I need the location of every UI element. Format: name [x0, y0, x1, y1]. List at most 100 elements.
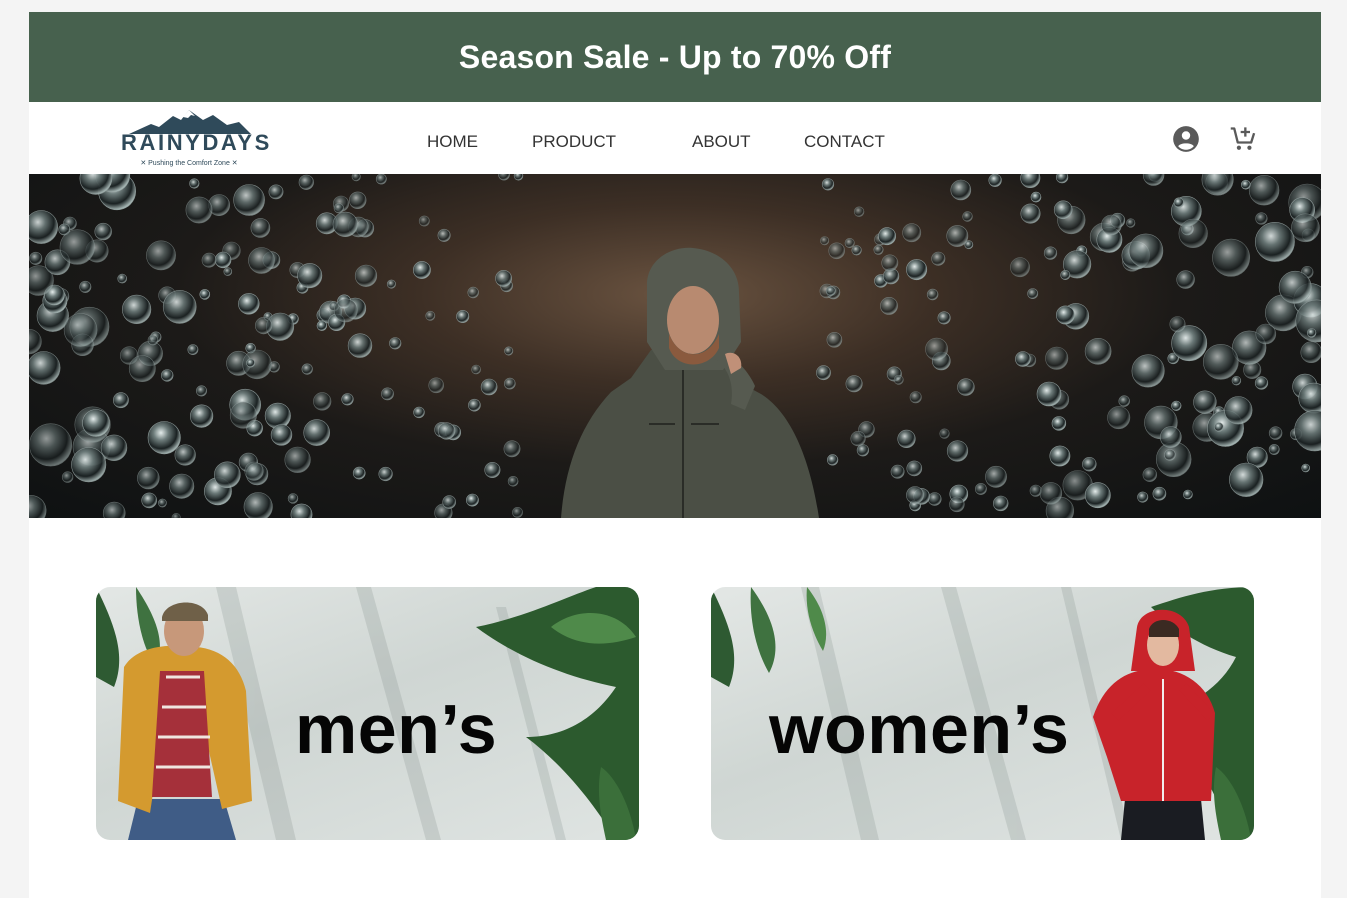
- brand-logo[interactable]: RAINYDAYS ✕ Pushing the Comfort Zone ✕: [121, 108, 269, 167]
- add-to-cart-icon[interactable]: [1229, 125, 1257, 153]
- water-droplet: [1036, 381, 1062, 407]
- water-droplet: [29, 210, 58, 244]
- water-droplet: [1255, 222, 1295, 262]
- water-droplet: [117, 273, 127, 284]
- water-droplet: [1142, 174, 1165, 186]
- brand-tagline: ✕ Pushing the Comfort Zone ✕: [140, 160, 238, 167]
- water-droplet: [1082, 457, 1097, 472]
- water-droplet: [162, 290, 197, 324]
- water-droplet: [378, 466, 393, 482]
- water-droplet: [1255, 212, 1268, 225]
- water-droplet: [946, 440, 969, 462]
- water-droplet: [190, 404, 214, 428]
- water-droplet: [495, 270, 513, 287]
- water-droplet: [113, 392, 129, 409]
- water-droplet: [341, 393, 354, 406]
- water-droplet: [1268, 444, 1280, 455]
- water-droplet: [1171, 400, 1182, 411]
- water-droplet: [71, 447, 107, 483]
- page: Season Sale - Up to 70% Off RAINYDAYS ✕ …: [29, 12, 1321, 898]
- water-droplet: [1212, 238, 1251, 277]
- water-droplet: [1193, 390, 1217, 414]
- water-droplet: [298, 174, 314, 190]
- water-droplet: [957, 378, 975, 396]
- water-droplet: [1060, 270, 1071, 281]
- water-droplet: [438, 422, 456, 440]
- water-droplet: [512, 506, 523, 518]
- nav-home[interactable]: HOME: [427, 132, 478, 152]
- water-droplet: [1255, 323, 1277, 345]
- water-droplet: [284, 446, 311, 473]
- water-droplet: [100, 434, 128, 461]
- water-droplet: [826, 332, 843, 348]
- water-droplet: [161, 369, 174, 382]
- water-droplet: [925, 337, 949, 361]
- water-droplet: [1201, 174, 1234, 196]
- water-droplet: [29, 495, 47, 518]
- nav-product[interactable]: PRODUCT: [532, 132, 616, 152]
- water-droplet: [1128, 233, 1164, 269]
- water-droplet: [316, 320, 328, 331]
- water-droplet: [1053, 200, 1073, 220]
- water-droplet: [157, 498, 167, 508]
- water-droplet: [1049, 445, 1071, 467]
- water-droplet: [468, 398, 481, 412]
- water-droplet: [845, 375, 863, 393]
- water-droplet: [873, 244, 884, 255]
- water-droplet: [927, 492, 942, 506]
- water-droplet: [248, 247, 275, 274]
- water-droplet: [333, 298, 358, 323]
- water-droplet: [1084, 338, 1112, 365]
- water-droplet: [484, 461, 501, 478]
- water-droplet: [214, 251, 232, 269]
- water-droplet: [29, 329, 42, 355]
- mens-category-card[interactable]: men’s: [96, 587, 639, 840]
- sale-banner[interactable]: Season Sale - Up to 70% Off: [29, 12, 1321, 102]
- water-droplet: [171, 513, 181, 518]
- water-droplet: [246, 358, 256, 368]
- water-droplet: [290, 503, 313, 518]
- water-droplet: [1173, 197, 1184, 208]
- water-droplet: [950, 179, 972, 201]
- water-droplet: [146, 240, 176, 271]
- womens-category-card[interactable]: women’s: [711, 587, 1254, 840]
- water-droplet: [349, 191, 367, 209]
- water-droplet: [201, 252, 217, 268]
- water-droplet: [820, 236, 830, 246]
- water-droplet: [926, 288, 939, 301]
- water-droplet: [1306, 328, 1317, 338]
- water-droplet: [1020, 174, 1041, 188]
- water-droplet: [264, 402, 291, 429]
- water-droplet: [61, 471, 74, 483]
- water-droplet: [909, 391, 922, 404]
- water-droplet: [189, 178, 200, 189]
- water-droplet: [1029, 484, 1042, 497]
- water-droplet: [250, 218, 271, 238]
- water-droplet: [1142, 467, 1158, 482]
- water-droplet: [939, 428, 950, 439]
- water-droplet: [1224, 396, 1253, 425]
- water-droplet: [1056, 305, 1075, 325]
- water-droplet: [313, 392, 332, 411]
- water-droplet: [59, 229, 95, 265]
- water-droplet: [456, 310, 470, 324]
- account-circle-icon[interactable]: [1172, 125, 1200, 153]
- water-droplet: [1268, 426, 1283, 440]
- water-droplet: [465, 493, 479, 507]
- person-in-rain-jacket: [561, 247, 819, 518]
- nav-contact[interactable]: CONTACT: [804, 132, 885, 152]
- water-droplet: [1164, 449, 1176, 461]
- water-droplet: [1051, 416, 1067, 431]
- water-droplet: [413, 406, 425, 419]
- water-droplet: [1214, 422, 1224, 432]
- water-droplet: [1043, 246, 1058, 260]
- water-droplet: [428, 377, 445, 394]
- water-droplet: [238, 293, 260, 315]
- water-droplet: [1039, 482, 1063, 505]
- nav-about[interactable]: ABOUT: [692, 132, 751, 152]
- water-droplet: [1291, 213, 1320, 243]
- water-droplet: [425, 310, 436, 321]
- water-droplet: [1169, 316, 1186, 333]
- water-droplet: [301, 363, 313, 375]
- water-droplet: [1294, 410, 1321, 452]
